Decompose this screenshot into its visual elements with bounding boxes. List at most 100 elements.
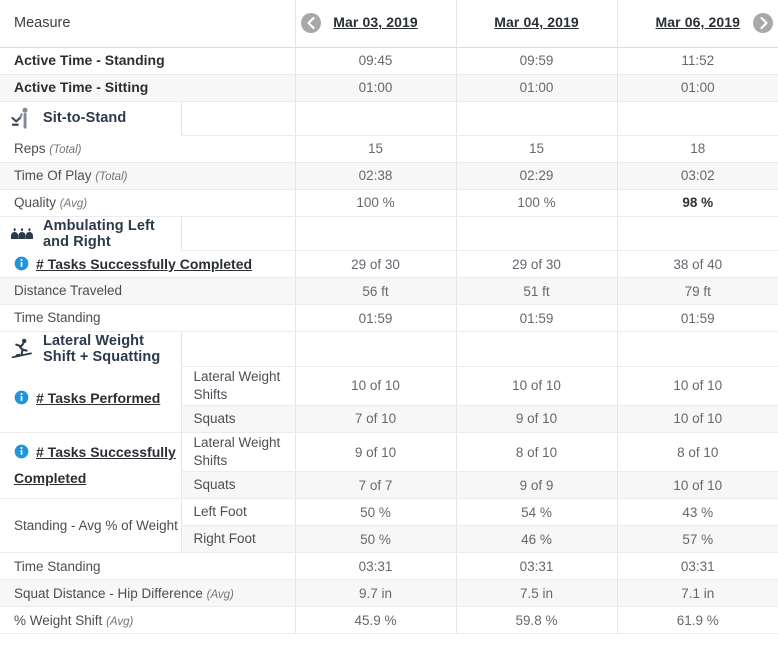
- value-cell: 10 of 10: [294, 366, 457, 406]
- measure-cell: Active Time - Standing: [0, 47, 296, 75]
- value-cell: 10 of 10: [616, 366, 778, 406]
- section-title: Lateral Weight Shift + Squatting: [43, 333, 161, 365]
- value-cell: 03:02: [616, 162, 778, 190]
- value-cell: 7.5 in: [455, 579, 618, 608]
- measure-cell: % Weight Shift (Avg): [0, 606, 296, 635]
- section-spacer: [294, 101, 457, 136]
- value-cell: 03:31: [616, 552, 778, 581]
- value-cell: 01:59: [294, 304, 457, 332]
- info-icon[interactable]: [14, 444, 29, 459]
- value-cell: 03:31: [294, 552, 457, 581]
- section-header-ambulating: Ambulating Left and Right: [0, 216, 181, 251]
- measure-qualifier: (Avg): [59, 197, 88, 210]
- next-dates-button[interactable]: [753, 13, 774, 33]
- measure-link[interactable]: # Tasks Successfully Completed: [14, 444, 176, 485]
- measure-qualifier: (Avg): [206, 588, 234, 601]
- sub-measure-cell: Squats: [180, 405, 296, 433]
- info-icon[interactable]: [14, 390, 29, 405]
- measure-column-header: Measure: [0, 0, 296, 48]
- value-cell: 10 of 10: [455, 366, 618, 406]
- table-row: Distance Traveled 56 ft 51 ft 79 ft: [0, 277, 778, 305]
- sub-measure-cell: Lateral Weight Shifts: [180, 432, 296, 473]
- section-spacer: [180, 101, 296, 136]
- section-spacer: [455, 331, 618, 367]
- value-cell: 50 %: [294, 525, 457, 554]
- value-cell: 01:59: [455, 304, 618, 332]
- measure-cell: # Tasks Successfully Completed: [0, 432, 181, 500]
- measure-cell: # Tasks Performed: [0, 366, 181, 433]
- value-cell: 15: [294, 135, 457, 163]
- table-row: Standing - Avg % of Weight Left Foot 50 % 5…: [0, 498, 778, 554]
- value-cell: 56 ft: [294, 277, 457, 305]
- measure-label: Time Standing: [14, 310, 101, 326]
- sub-measure-cell: Left Foot: [180, 498, 296, 527]
- value-cell: 03:31: [455, 552, 618, 581]
- measures-table-body: Measure Mar 03, 2019 Mar 04, 2019 Mar 06, 2…: [0, 0, 778, 635]
- value-cell: 9 of 9: [455, 471, 618, 500]
- section-spacer: [294, 216, 457, 251]
- info-icon[interactable]: [14, 256, 29, 271]
- table-row: Time Standing 03:31 03:31 03:31: [0, 552, 778, 581]
- measure-label: Time Of Play: [14, 167, 92, 183]
- section-spacer: [180, 331, 296, 367]
- measure-qualifier: (Total): [49, 143, 82, 156]
- measure-cell: Distance Traveled: [0, 277, 296, 305]
- value-cell: 100 %: [294, 189, 457, 217]
- value-cell: 02:38: [294, 162, 457, 190]
- measure-label: % Weight Shift: [14, 612, 103, 628]
- value-cell: 38 of 40: [616, 250, 778, 278]
- measure-label: Standing - Avg % of Weight: [14, 517, 178, 533]
- value-cell: 01:00: [616, 74, 778, 102]
- date-column-header: Mar 04, 2019: [455, 0, 618, 48]
- value-cell: 02:29: [455, 162, 618, 190]
- value-cell: 54 %: [455, 498, 618, 527]
- section-header-lateral-weight-shift-squatting: Lateral Weight Shift + Squatting: [0, 331, 181, 366]
- value-cell: 8 of 10: [616, 432, 778, 473]
- table-row: Active Time - Standing 09:45 09:59 11:52: [0, 47, 778, 75]
- date-link[interactable]: Mar 03, 2019: [333, 14, 417, 30]
- table-row: % Weight Shift (Avg) 45.9 % 59.8 % 61.9 %: [0, 606, 778, 635]
- measure-cell: Quality (Avg): [0, 189, 296, 217]
- value-cell: 01:00: [294, 74, 457, 102]
- value-cell: 10 of 10: [616, 405, 778, 433]
- measure-cell: Time Standing: [0, 304, 296, 332]
- measure-label: Reps: [14, 140, 46, 156]
- patient-measures-report: Measure Mar 03, 2019 Mar 04, 2019 Mar 06, 2…: [0, 0, 778, 661]
- sub-measure-cell: Right Foot: [180, 525, 296, 554]
- measure-cell: Active Time - Sitting: [0, 74, 296, 102]
- value-cell: 01:59: [616, 304, 778, 332]
- measure-label: Active Time - Sitting: [14, 79, 149, 96]
- table-row: Time Standing 01:59 01:59 01:59: [0, 304, 778, 332]
- date-link[interactable]: Mar 06, 2019: [656, 14, 740, 30]
- measure-link[interactable]: # Tasks Performed: [36, 390, 160, 406]
- prev-dates-button[interactable]: [300, 13, 321, 33]
- section-header-row: Sit-to-Stand: [0, 101, 778, 136]
- measures-table: Measure Mar 03, 2019 Mar 04, 2019 Mar 06, 2…: [0, 0, 778, 635]
- measure-cell: Standing - Avg % of Weight: [0, 498, 181, 554]
- value-cell: 7 of 10: [294, 405, 457, 433]
- section-spacer: [455, 216, 618, 251]
- value-cell: 09:59: [455, 47, 618, 75]
- lateral-shift-icon: [11, 338, 32, 359]
- value-cell: 9.7 in: [294, 579, 457, 608]
- measure-cell: Time Standing: [0, 552, 296, 581]
- section-spacer: [616, 101, 778, 136]
- section-header-sit-to-stand: Sit-to-Stand: [0, 101, 181, 135]
- section-spacer: [616, 216, 778, 251]
- table-row: Quality (Avg) 100 % 100 % 98 %: [0, 189, 778, 217]
- measure-cell: Reps (Total): [0, 135, 296, 163]
- date-column-header: Mar 03, 2019: [294, 0, 457, 48]
- value-cell: 10 of 10: [616, 471, 778, 500]
- section-spacer: [294, 331, 457, 367]
- value-cell: 8 of 10: [455, 432, 618, 473]
- measure-cell: # Tasks Successfully Completed: [0, 250, 296, 278]
- value-cell: 59.8 %: [455, 606, 618, 635]
- measure-label: Time Standing: [14, 558, 101, 574]
- date-link[interactable]: Mar 04, 2019: [494, 14, 578, 30]
- measure-link[interactable]: # Tasks Successfully Completed: [36, 256, 252, 272]
- section-header-row: Ambulating Left and Right: [0, 216, 778, 251]
- value-cell: 7 of 7: [294, 471, 457, 500]
- table-row: Time Of Play (Total) 02:38 02:29 03:02: [0, 162, 778, 190]
- value-cell: 9 of 10: [294, 432, 457, 473]
- sub-measure-cell: Squats: [180, 471, 296, 500]
